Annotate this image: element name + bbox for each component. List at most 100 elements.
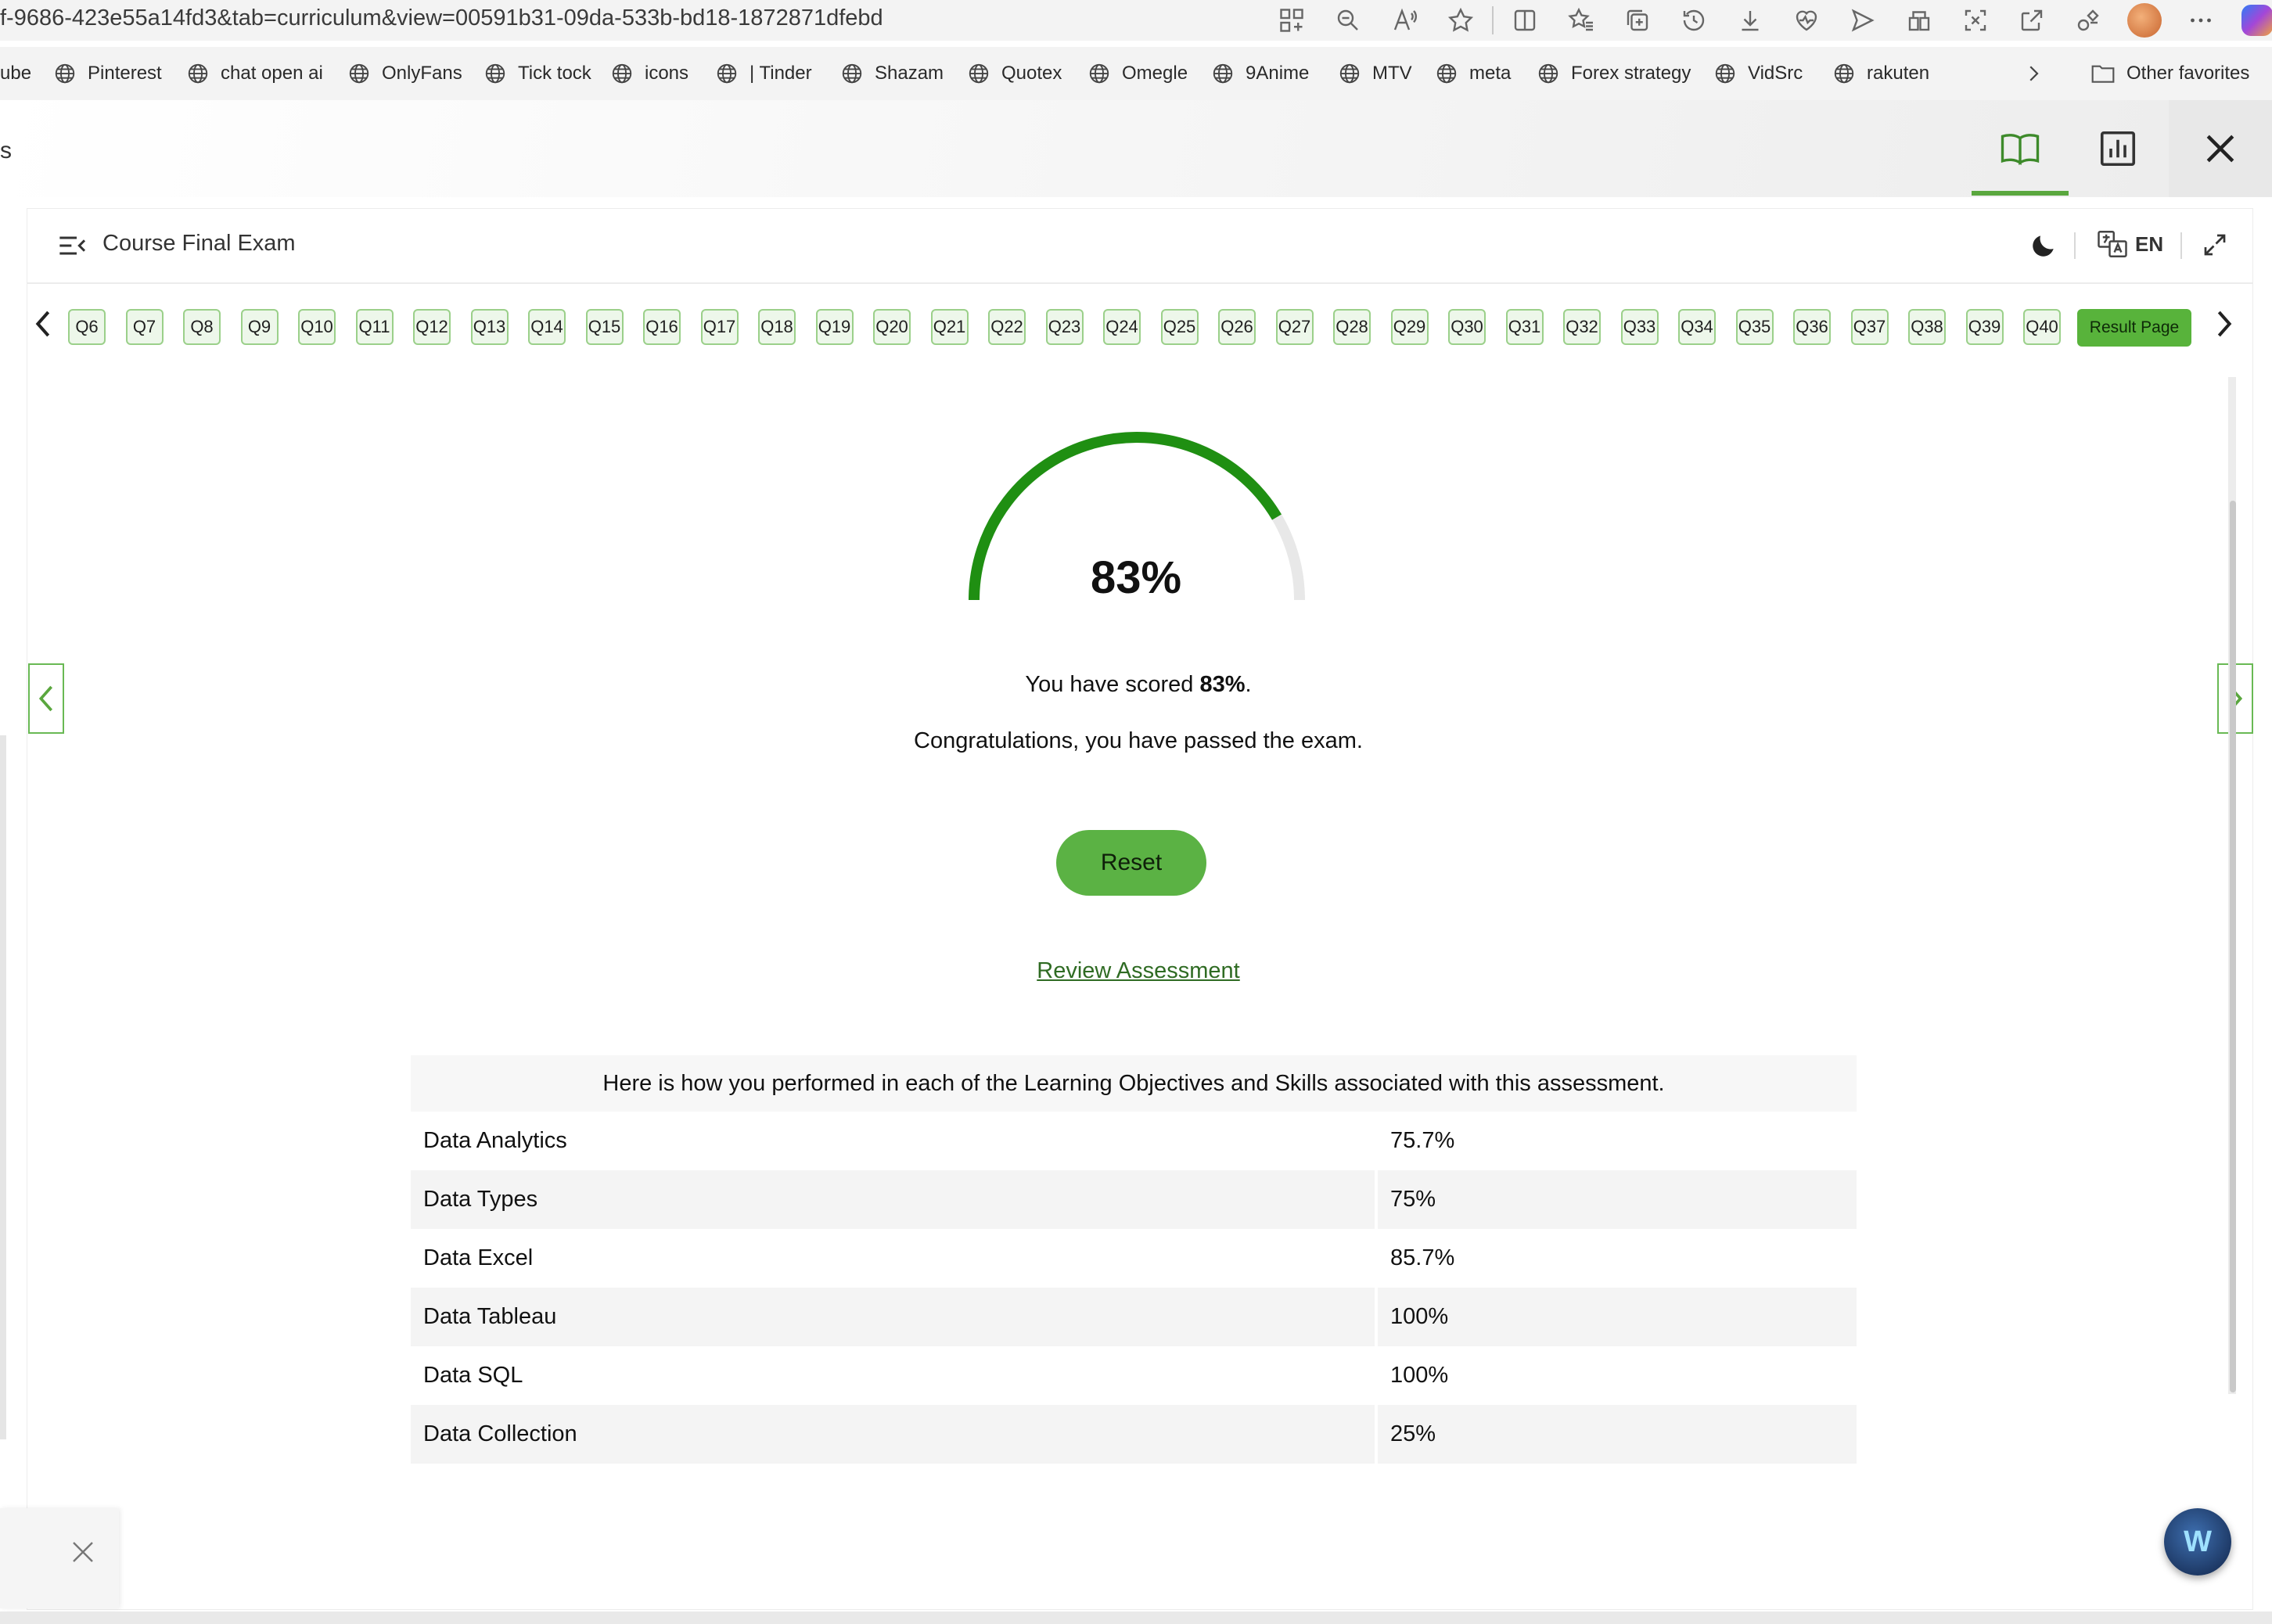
question-button[interactable]: Q22 [988,309,1026,345]
question-button[interactable]: Q28 [1333,309,1371,345]
reset-button[interactable]: Reset [1056,830,1206,896]
url-text[interactable]: f-9686-423e55a14fd3&tab=curriculum&view=… [0,5,883,31]
question-button[interactable]: Q26 [1218,309,1256,345]
screenshot-icon[interactable] [1947,0,2004,41]
performance-icon[interactable] [2060,0,2116,41]
zoom-icon[interactable] [1320,0,1376,41]
question-button[interactable]: Q19 [815,309,854,345]
bookmark-item[interactable]: chat open ai [186,47,323,100]
bookmark-item[interactable]: VidSrc [1713,47,1803,100]
send-icon[interactable] [1835,0,1891,41]
question-button[interactable]: Q13 [470,309,509,345]
more-options-icon[interactable] [2173,0,2229,41]
question-button[interactable]: Q25 [1160,309,1199,345]
question-button[interactable]: Q7 [125,309,164,345]
bookmark-item[interactable]: MTV [1338,47,1412,100]
question-button[interactable]: Q18 [758,309,796,345]
question-button[interactable]: Q14 [528,309,566,345]
globe-icon [55,63,75,84]
language-selector[interactable]: EN [2096,228,2163,260]
review-assessment-link[interactable]: Review Assessment [888,958,1389,984]
question-button[interactable]: Q35 [1735,309,1774,345]
question-button[interactable]: Q11 [355,309,394,345]
bookmark-item[interactable]: Pinterest [53,47,162,100]
bookmark-item[interactable]: Omegle [1087,47,1188,100]
collapse-menu-icon[interactable] [57,232,88,259]
question-button[interactable]: Q8 [183,309,221,345]
exam-title: Course Final Exam [102,231,296,256]
question-button[interactable]: Q39 [1965,309,2004,345]
health-icon[interactable] [1778,0,1835,41]
favorites-icon[interactable] [1553,0,1609,41]
share-icon[interactable] [2004,0,2060,41]
question-button[interactable]: Q27 [1275,309,1314,345]
question-button[interactable]: Q16 [643,309,681,345]
copilot-icon[interactable] [2229,0,2272,41]
bookmark-item[interactable]: rakuten [1832,47,1929,100]
question-button[interactable]: Q32 [1563,309,1601,345]
dark-mode-moon-icon[interactable] [2029,231,2058,260]
question-button[interactable]: Q9 [240,309,279,345]
globe-icon [349,63,369,84]
question-button[interactable]: Q31 [1505,309,1544,345]
question-button[interactable]: Q6 [68,309,106,345]
question-button[interactable]: Q34 [1678,309,1716,345]
objective-name: Data Tableau [411,1288,1375,1346]
address-bar[interactable]: f-9686-423e55a14fd3&tab=curriculum&view=… [0,0,2272,41]
bookmark-item[interactable]: Shazam [840,47,944,100]
result-page-button[interactable]: Result Page [2077,309,2191,347]
question-nav-prev-button[interactable] [29,306,57,342]
history-icon[interactable] [1666,0,1722,41]
course-book-button[interactable] [1972,100,2069,197]
question-button[interactable]: Q36 [1793,309,1831,345]
bookmark-item[interactable]: | Tinder [715,47,812,100]
bookmark-item[interactable]: OnlyFans [347,47,462,100]
question-button[interactable]: Q37 [1850,309,1889,345]
question-button[interactable]: Q24 [1103,309,1141,345]
collections-icon[interactable] [1609,0,1666,41]
bookmark-item[interactable]: meta [1435,47,1511,100]
split-screen-icon[interactable] [1497,0,1553,41]
question-button[interactable]: Q20 [873,309,911,345]
bookmark-item[interactable]: Forex strategy [1537,47,1691,100]
chevron-left-icon [35,311,50,337]
question-nav-next-button[interactable] [2210,306,2238,342]
question-button[interactable]: Q15 [585,309,624,345]
app-available-icon[interactable] [1264,0,1320,41]
header-title-fragment: s [0,138,12,163]
bookmark-item[interactable]: Tick tock [484,47,591,100]
bookmark-item[interactable]: ube [0,47,31,100]
downloads-icon[interactable] [1722,0,1778,41]
other-favorites-folder[interactable]: Other favorites [2090,47,2249,100]
previous-page-button[interactable] [28,663,64,734]
notification-toast [0,1508,119,1608]
language-label: EN [2135,232,2164,256]
scored-value: 83% [1199,672,1246,697]
question-button[interactable]: Q12 [413,309,451,345]
question-button[interactable]: Q10 [298,309,336,345]
read-aloud-icon[interactable] [1376,0,1433,41]
question-button[interactable]: Q38 [1908,309,1946,345]
question-button[interactable]: Q30 [1448,309,1486,345]
question-button[interactable]: Q33 [1620,309,1659,345]
question-button[interactable]: Q40 [2023,309,2061,345]
question-button[interactable]: Q23 [1045,309,1084,345]
bookmark-item[interactable]: Quotex [967,47,1062,100]
widget-assistant-icon[interactable]: W [2164,1508,2231,1575]
table-row: Data Analytics 75.7% [411,1112,1857,1170]
close-course-button[interactable] [2169,100,2272,197]
question-button[interactable]: Q21 [930,309,969,345]
profile-avatar[interactable] [2116,0,2173,41]
question-button[interactable]: Q29 [1390,309,1429,345]
fullscreen-expand-icon[interactable] [2201,231,2229,259]
progress-chart-button[interactable] [2069,100,2166,197]
bookmarks-overflow-chevron-icon[interactable] [2022,47,2045,100]
scrollbar-thumb[interactable] [2230,501,2236,1392]
close-icon[interactable] [69,1538,97,1566]
question-button[interactable]: Q17 [700,309,739,345]
bookmark-item[interactable]: 9Anime [1211,47,1309,100]
bookmark-item[interactable]: icons [610,47,688,100]
favorite-star-icon[interactable] [1433,0,1489,41]
bookmark-label: Shazam [875,63,944,84]
extensions-icon[interactable] [1891,0,1947,41]
